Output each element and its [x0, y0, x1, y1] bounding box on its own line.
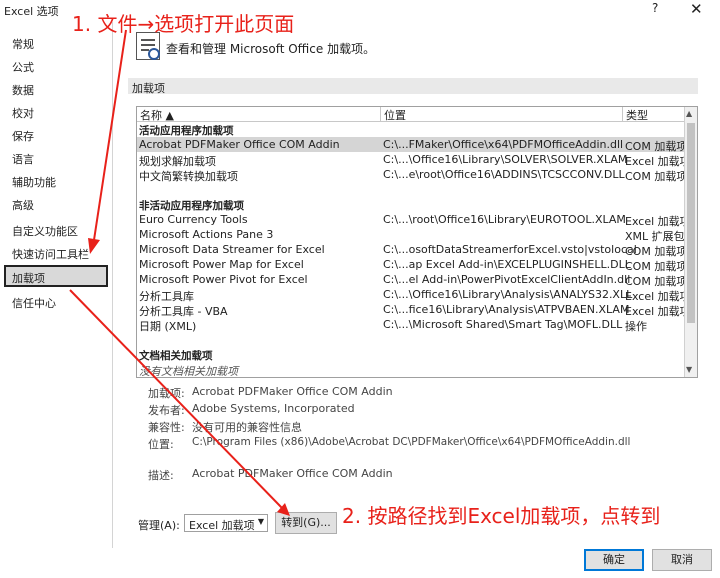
arrow-to-go-button — [69, 289, 283, 509]
annotation-step2: 2. 按路径找到Excel加载项，点转到 — [342, 504, 661, 528]
arrowhead-sidebar — [88, 238, 100, 254]
arrow-to-sidebar — [93, 29, 127, 241]
annotation-arrows — [69, 29, 290, 516]
annotation-step1: 1. 文件→选项打开此页面 — [72, 12, 295, 36]
